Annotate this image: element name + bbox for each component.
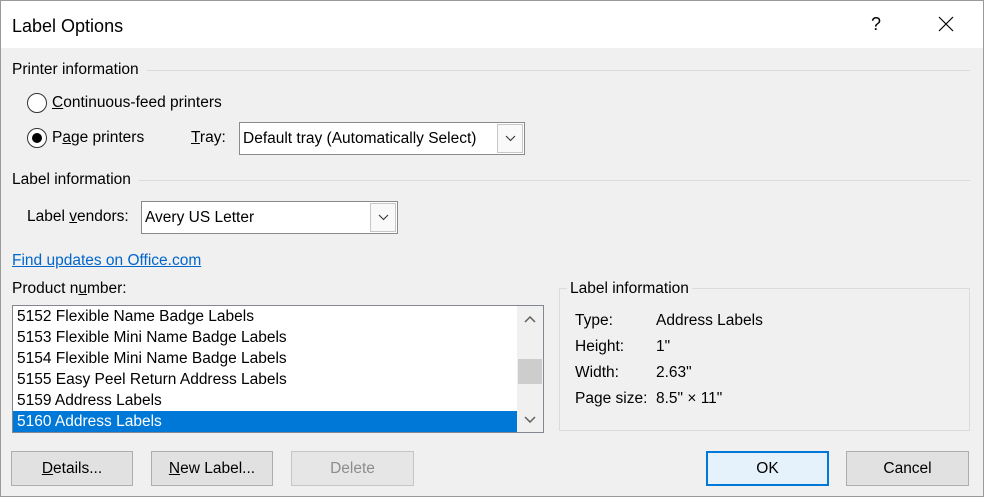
section-divider — [146, 69, 970, 71]
list-item[interactable]: 5152 Flexible Name Badge Labels — [13, 306, 517, 327]
section-title: Printer information — [12, 61, 139, 78]
new-label-button[interactable]: New Label... — [151, 451, 273, 486]
dialog-title: Label Options — [12, 16, 124, 36]
delete-button[interactable]: Delete — [291, 451, 414, 486]
type-value: Address Labels — [656, 312, 763, 329]
ok-button[interactable]: OK — [706, 451, 829, 486]
tray-selected-value: Default tray (Automatically Select) — [243, 129, 477, 147]
list-item[interactable]: 5155 Easy Peel Return Address Labels — [13, 369, 517, 390]
close-button[interactable] — [922, 2, 970, 46]
chevron-down-icon — [378, 214, 388, 221]
radio-page-printers[interactable]: Page printers — [27, 128, 144, 148]
section-title: Label information — [12, 171, 131, 188]
vertical-scrollbar[interactable] — [517, 306, 543, 432]
radio-label[interactable]: Page printers — [52, 128, 144, 148]
chevron-up-icon — [524, 315, 536, 323]
product-number-label: Product number: — [12, 280, 127, 297]
radio-continuous-feed-printers[interactable]: Continuous-feed printers — [27, 93, 222, 113]
height-value: 1" — [656, 338, 671, 355]
tray-dropdown-button[interactable] — [497, 124, 523, 153]
list-item[interactable]: 5159 Address Labels — [13, 390, 517, 411]
label-vendors-label: Label vendors: — [27, 208, 129, 225]
label-details-title: Label information — [567, 279, 692, 299]
radio-button[interactable] — [27, 93, 47, 113]
radio-button[interactable] — [27, 128, 47, 148]
label-details-groupbox — [559, 288, 970, 431]
label-options-dialog: Label Options ? Printer information Cont… — [0, 0, 984, 497]
help-icon: ? — [870, 13, 881, 34]
access-key-letter: N — [168, 459, 181, 477]
list-item[interactable]: 5153 Flexible Mini Name Badge Labels — [13, 327, 517, 348]
section-divider — [138, 179, 970, 181]
title-bar: Label Options ? — [0, 0, 984, 48]
radio-dot — [32, 133, 42, 143]
close-icon — [938, 16, 954, 32]
scrollbar-track[interactable] — [517, 332, 543, 406]
radio-dot — [32, 98, 42, 108]
access-key-letter: v — [69, 208, 77, 225]
access-key-letter: a — [62, 129, 71, 146]
find-updates-link[interactable]: Find updates on Office.com — [12, 251, 201, 271]
label-vendors-dropdown-button[interactable] — [370, 203, 396, 232]
type-label: Type: — [575, 312, 613, 329]
access-key-letter: D — [41, 459, 54, 477]
scrollbar-thumb[interactable] — [518, 359, 542, 384]
tray-dropdown[interactable]: Default tray (Automatically Select) — [239, 122, 525, 155]
label-vendors-dropdown[interactable]: Avery US Letter — [141, 201, 398, 234]
scroll-up-button[interactable] — [517, 306, 543, 332]
chevron-down-icon — [524, 415, 536, 423]
product-number-listbox[interactable]: 5152 Flexible Name Badge Labels 5153 Fle… — [12, 305, 544, 433]
list-item[interactable]: 5160 Address Labels — [13, 411, 517, 432]
width-value: 2.63" — [656, 364, 692, 381]
height-label: Height: — [575, 338, 625, 355]
cancel-button[interactable]: Cancel — [846, 451, 969, 486]
tray-label: Tray: — [191, 129, 226, 146]
label-vendors-selected-value: Avery US Letter — [145, 208, 255, 226]
help-button[interactable]: ? — [858, 2, 894, 46]
page-size-label: Page size: — [575, 390, 648, 407]
scroll-down-button[interactable] — [517, 406, 543, 432]
access-key-letter: T — [191, 129, 200, 146]
chevron-down-icon — [505, 135, 515, 142]
radio-label[interactable]: Continuous-feed printers — [52, 93, 222, 113]
list-items: 5152 Flexible Name Badge Labels 5153 Fle… — [13, 306, 517, 432]
details-button[interactable]: Details... — [11, 451, 133, 486]
page-size-value: 8.5" × 11" — [656, 390, 723, 407]
access-key-letter: C — [52, 94, 64, 111]
width-label: Width: — [575, 364, 619, 381]
label-information-header: Label information — [12, 170, 970, 190]
printer-information-header: Printer information — [12, 60, 970, 80]
access-key-letter: u — [78, 280, 87, 297]
list-item[interactable]: 5154 Flexible Mini Name Badge Labels — [13, 348, 517, 369]
